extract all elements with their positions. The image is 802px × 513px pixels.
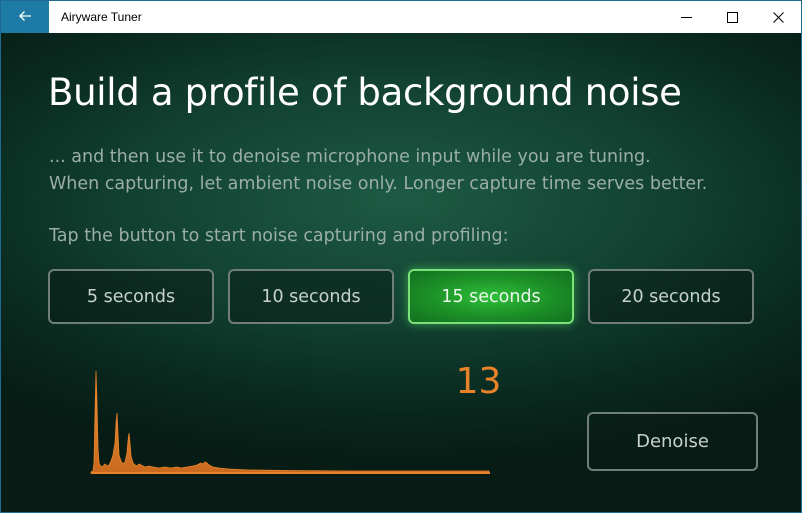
window-controls [663,1,801,33]
duration-button-15[interactable]: 15 seconds [408,269,574,324]
denoise-button[interactable]: Denoise [587,412,758,471]
close-icon [772,8,784,27]
description: ... and then use it to denoise microphon… [49,144,707,198]
app-window: Airyware Tuner Build a profile of backgr… [0,0,802,513]
duration-button-20[interactable]: 20 seconds [588,269,754,324]
maximize-button[interactable] [709,1,755,33]
minimize-icon [680,8,692,27]
main-content: Build a profile of background noise ... … [1,33,801,512]
spectrum-waveform [90,370,490,474]
instruction-text: Tap the button to start noise capturing … [49,226,509,246]
arrow-left-icon [18,8,32,27]
description-line-2: When capturing, let ambient noise only. … [49,174,708,194]
back-button[interactable] [1,1,49,33]
description-line-1: ... and then use it to denoise microphon… [49,147,651,167]
close-button[interactable] [755,1,801,33]
app-title: Airyware Tuner [61,10,142,24]
title-bar: Airyware Tuner [1,1,801,33]
duration-button-10[interactable]: 10 seconds [228,269,394,324]
maximize-icon [726,8,738,27]
minimize-button[interactable] [663,1,709,33]
page-title: Build a profile of background noise [48,71,682,114]
countdown-counter: 13 [455,361,502,402]
noise-spectrum [90,370,490,474]
duration-button-5[interactable]: 5 seconds [48,269,214,324]
